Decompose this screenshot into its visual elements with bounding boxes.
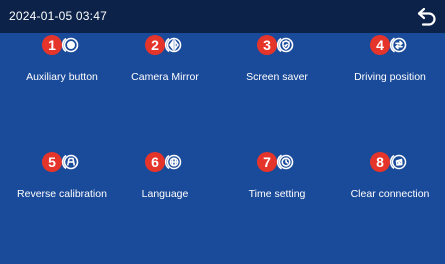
menu-item-camera-mirror[interactable]: 2 Camera Mirror (110, 33, 220, 93)
time-setting-icon (275, 152, 295, 172)
back-button[interactable] (415, 5, 439, 29)
number-badge: 3 (257, 35, 277, 55)
menu-item-time-setting[interactable]: 7 Time setting (222, 150, 332, 210)
menu-item-reverse-calibration[interactable]: 5 Reverse calibration (7, 150, 117, 210)
number-badge: 5 (42, 152, 62, 172)
number-badge: 6 (145, 152, 165, 172)
menu-item-label: Clear connection (350, 188, 430, 200)
menu-item-icon-group: 3 (257, 33, 297, 57)
menu-item-auxiliary-button[interactable]: 1 Auxiliary button (7, 33, 117, 93)
datetime-display: 2024-01-05 03:47 (9, 9, 107, 23)
menu-item-icon-group: 1 (42, 33, 82, 57)
menu-item-icon-group: 7 (257, 150, 297, 174)
menu-item-icon-group: 2 (145, 33, 185, 57)
settings-screen: 2024-01-05 03:47 1 Auxiliary button 2 Ca… (0, 0, 445, 264)
number-badge: 4 (370, 35, 390, 55)
number-badge: 8 (370, 152, 390, 172)
number-badge: 1 (42, 35, 62, 55)
menu-item-label: Auxiliary button (26, 71, 98, 83)
menu-item-label: Screen saver (246, 71, 308, 83)
menu-item-language[interactable]: 6 Language (110, 150, 220, 210)
menu-item-label: Camera Mirror (131, 71, 199, 83)
clear-connection-icon (388, 152, 408, 172)
menu-item-screen-saver[interactable]: 3 Screen saver (222, 33, 332, 93)
screen-saver-icon (275, 35, 295, 55)
auxiliary-button-icon (60, 35, 80, 55)
menu-item-icon-group: 4 (370, 33, 410, 57)
number-badge: 2 (145, 35, 165, 55)
camera-mirror-icon (163, 35, 183, 55)
reverse-calibration-icon (60, 152, 80, 172)
menu-item-icon-group: 8 (370, 150, 410, 174)
menu-item-label: Time setting (248, 188, 306, 200)
language-icon (163, 152, 183, 172)
back-arrow-icon (415, 7, 439, 33)
driving-position-icon (388, 35, 408, 55)
menu-item-icon-group: 6 (145, 150, 185, 174)
status-bar: 2024-01-05 03:47 (0, 0, 445, 33)
menu-item-icon-group: 5 (42, 150, 82, 174)
settings-grid: 1 Auxiliary button 2 Camera Mirror 3 Scr… (0, 33, 445, 264)
menu-item-driving-position[interactable]: 4 Driving position (335, 33, 445, 93)
menu-item-clear-connection[interactable]: 8 Clear connection (335, 150, 445, 210)
menu-item-label: Reverse calibration (17, 188, 107, 200)
number-badge: 7 (257, 152, 277, 172)
menu-item-label: Driving position (354, 71, 426, 83)
menu-item-label: Language (141, 188, 189, 200)
